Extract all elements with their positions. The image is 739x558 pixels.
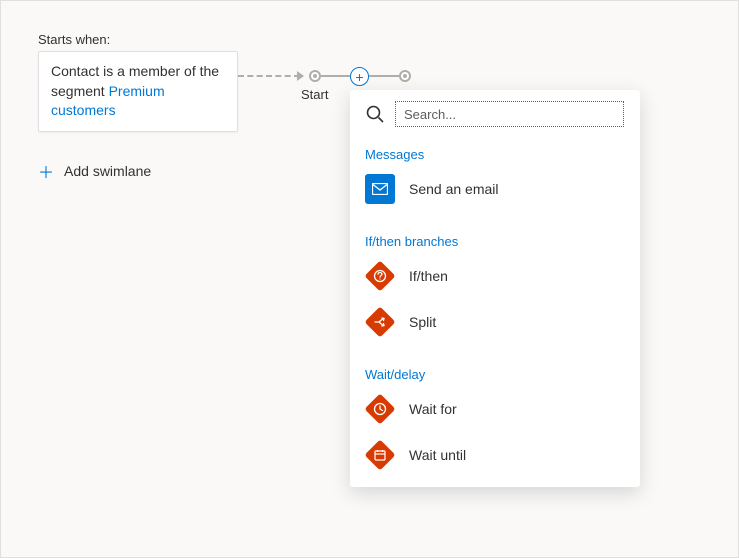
add-step-button[interactable]: +: [350, 67, 369, 86]
search-input[interactable]: [395, 101, 624, 127]
clock-icon: [365, 394, 395, 424]
email-icon: [365, 174, 395, 204]
action-wait-until[interactable]: Wait until: [365, 438, 624, 472]
action-wait-for[interactable]: Wait for: [365, 392, 624, 426]
action-send-email[interactable]: Send an email: [365, 172, 624, 206]
starts-when-label: Starts when:: [38, 32, 110, 47]
search-icon: [365, 104, 385, 124]
action-label: Split: [409, 314, 436, 330]
category-messages: Messages: [365, 147, 624, 162]
arrow-icon: [297, 71, 304, 81]
start-node[interactable]: [309, 70, 321, 82]
action-if-then[interactable]: If/then: [365, 259, 624, 293]
category-wait: Wait/delay: [365, 367, 624, 382]
action-split[interactable]: Split: [365, 305, 624, 339]
calendar-icon: [365, 440, 395, 470]
start-trigger-card[interactable]: Contact is a member of the segment Premi…: [38, 51, 238, 132]
action-label: If/then: [409, 268, 448, 284]
action-label: Send an email: [409, 181, 499, 197]
connector-solid: [321, 75, 351, 77]
action-label: Wait for: [409, 401, 457, 417]
add-swimlane-button[interactable]: ＋ Add swimlane: [38, 159, 151, 183]
connector-solid: [369, 75, 399, 77]
start-node-label: Start: [301, 87, 328, 102]
action-picker-popup: Messages Send an email If/then branches …: [350, 90, 640, 487]
add-swimlane-label: Add swimlane: [64, 163, 151, 179]
split-icon: [365, 307, 395, 337]
action-picker-scroll[interactable]: Messages Send an email If/then branches …: [365, 101, 632, 476]
search-row: [365, 101, 624, 127]
category-branches: If/then branches: [365, 234, 624, 249]
connector-dashed: [238, 75, 300, 77]
end-node: [399, 70, 411, 82]
question-icon: [365, 261, 395, 291]
action-label: Wait until: [409, 447, 466, 463]
plus-icon: ＋: [38, 159, 54, 183]
